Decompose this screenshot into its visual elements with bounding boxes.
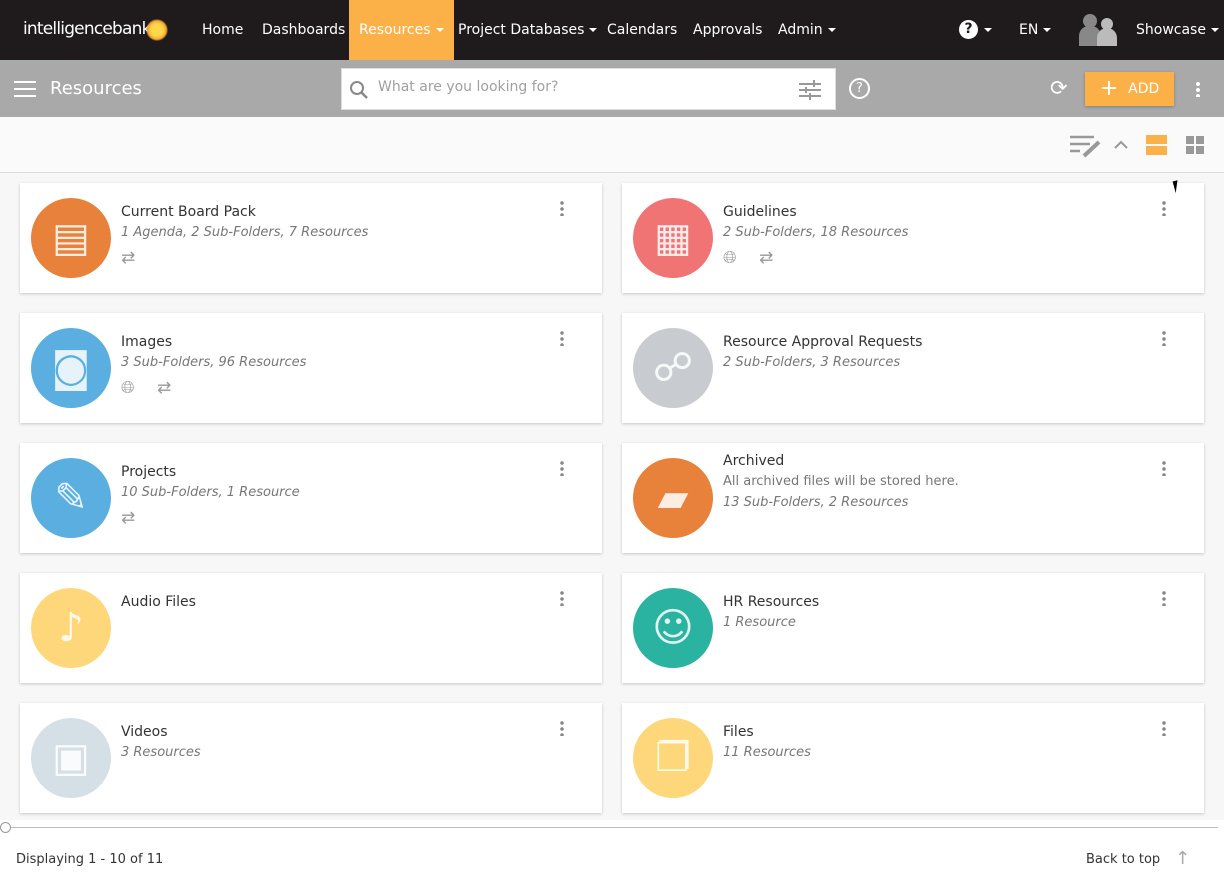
logo[interactable]: intelligencebank bbox=[23, 19, 151, 39]
more-options-icon[interactable] bbox=[1162, 590, 1166, 606]
folder-card[interactable]: ☍ Resource Approval Requests 2 Sub-Folders… bbox=[622, 313, 1204, 423]
folder-card[interactable]: ✎ Projects 10 Sub-Folders, 1 Resource ⇄ bbox=[20, 443, 602, 553]
add-button[interactable]: + ADD bbox=[1085, 72, 1174, 106]
edit-list-icon[interactable] bbox=[1070, 134, 1102, 158]
more-options-icon[interactable] bbox=[1162, 720, 1166, 736]
footer: Displaying 1 - 10 of 11 Back to top ↑ bbox=[0, 820, 1224, 894]
more-options-icon[interactable] bbox=[1196, 81, 1200, 97]
folder-title[interactable]: Current Board Pack bbox=[121, 204, 256, 220]
repeat-icon: ⇄ bbox=[759, 248, 774, 268]
repeat-icon: ⇄ bbox=[121, 248, 136, 268]
folder-title[interactable]: HR Resources bbox=[723, 594, 819, 610]
notepad-icon: ▤ bbox=[31, 198, 111, 278]
arrow-up-icon[interactable]: ↑ bbox=[1175, 848, 1190, 869]
nav-calendars[interactable]: Calendars bbox=[597, 0, 687, 60]
nav-project-databases[interactable]: Project Databases bbox=[448, 0, 607, 60]
folder-card[interactable]: ▰ Archived All archived files will be stor… bbox=[622, 443, 1204, 553]
folder-stats: 3 Sub-Folders, 96 Resources bbox=[121, 355, 307, 370]
more-options-icon[interactable] bbox=[1162, 330, 1166, 346]
folder-stats: 1 Resource bbox=[723, 615, 796, 630]
globe-icon: 🌐︎ bbox=[723, 248, 737, 268]
org-chart-icon: ☍ bbox=[633, 328, 713, 408]
folder-title[interactable]: Projects bbox=[121, 464, 176, 480]
more-options-icon[interactable] bbox=[1162, 460, 1166, 476]
search-box bbox=[341, 68, 836, 110]
view-options-bar bbox=[0, 117, 1224, 173]
scrollbar-handle[interactable] bbox=[0, 822, 11, 833]
folder-title[interactable]: Videos bbox=[121, 724, 168, 740]
plus-icon: + bbox=[1099, 76, 1119, 101]
folder-card[interactable]: ♪ Audio Files bbox=[20, 573, 602, 683]
more-options-icon[interactable] bbox=[1162, 200, 1166, 216]
folder-card[interactable]: ▤ Current Board Pack 1 Agenda, 2 Sub-Folde… bbox=[20, 183, 602, 293]
globe-icon: 🌐︎ bbox=[121, 378, 135, 398]
list-view-icon[interactable] bbox=[1146, 135, 1167, 155]
person-reading-icon: ☺ bbox=[633, 588, 713, 668]
toolbar: Resources ? ⟳ +ADD bbox=[0, 60, 1224, 117]
folder-card[interactable]: ▦ Guidelines 2 Sub-Folders, 18 Resources 🌐︎… bbox=[622, 183, 1204, 293]
folder-title[interactable]: Files bbox=[723, 724, 754, 740]
pagination-info: Displaying 1 - 10 of 11 bbox=[16, 852, 164, 867]
scrollbar-track[interactable] bbox=[6, 827, 1218, 828]
folder-card[interactable]: ◙ Images 3 Sub-Folders, 96 Resources 🌐︎ ⇄ bbox=[20, 313, 602, 423]
nav-admin[interactable]: Admin bbox=[768, 0, 846, 60]
sun-logo-icon bbox=[146, 19, 168, 41]
repeat-icon: ⇄ bbox=[121, 508, 136, 528]
help-caret-icon[interactable] bbox=[984, 28, 992, 32]
more-options-icon[interactable] bbox=[560, 460, 564, 476]
folder-stats: 2 Sub-Folders, 18 Resources bbox=[723, 225, 909, 240]
top-navigation: intelligencebank Home Dashboards Resources… bbox=[0, 0, 1224, 60]
chevron-down-icon bbox=[1043, 28, 1052, 32]
search-input[interactable] bbox=[378, 79, 778, 95]
color-swatch-icon: ▦ bbox=[633, 198, 713, 278]
nav-dashboards[interactable]: Dashboards bbox=[252, 0, 355, 60]
film-icon: ▣ bbox=[31, 718, 111, 798]
chevron-up-icon[interactable] bbox=[1114, 140, 1128, 150]
folder-card[interactable]: ▣ Videos 3 Resources bbox=[20, 703, 602, 813]
tablet-pen-icon: ✎ bbox=[31, 458, 111, 538]
menu-icon[interactable] bbox=[14, 81, 36, 97]
mouse-cursor bbox=[1172, 178, 1186, 194]
folder-stats: 1 Agenda, 2 Sub-Folders, 7 Resources bbox=[121, 225, 369, 240]
folder-stats: 3 Resources bbox=[121, 745, 201, 760]
page-title: Resources bbox=[50, 78, 142, 99]
folder-stats: 11 Resources bbox=[723, 745, 811, 760]
documents-icon: ❐ bbox=[633, 718, 713, 798]
nav-approvals[interactable]: Approvals bbox=[683, 0, 772, 60]
folder-stats: 2 Sub-Folders, 3 Resources bbox=[723, 355, 901, 370]
folder-title[interactable]: Resource Approval Requests bbox=[723, 334, 922, 350]
more-options-icon[interactable] bbox=[560, 720, 564, 736]
refresh-icon[interactable]: ⟳ bbox=[1050, 76, 1068, 100]
music-note-icon: ♪ bbox=[31, 588, 111, 668]
folder-title[interactable]: Guidelines bbox=[723, 204, 797, 220]
more-options-icon[interactable] bbox=[560, 330, 564, 346]
folder-icon: ▰ bbox=[633, 458, 713, 538]
nav-resources[interactable]: Resources bbox=[349, 0, 454, 60]
chevron-down-icon bbox=[435, 28, 444, 32]
folder-card[interactable]: ❐ Files 11 Resources bbox=[622, 703, 1204, 813]
repeat-icon: ⇄ bbox=[157, 378, 172, 398]
more-options-icon[interactable] bbox=[560, 590, 564, 606]
avatar[interactable] bbox=[1079, 14, 1119, 46]
back-to-top-link[interactable]: Back to top bbox=[1086, 852, 1160, 867]
nav-home[interactable]: Home bbox=[192, 0, 253, 60]
folder-title[interactable]: Audio Files bbox=[121, 594, 196, 610]
chevron-down-icon bbox=[827, 28, 836, 32]
folder-title[interactable]: Archived bbox=[723, 453, 784, 469]
more-options-icon[interactable] bbox=[560, 200, 564, 216]
camera-icon: ◙ bbox=[31, 328, 111, 408]
folder-title[interactable]: Images bbox=[121, 334, 172, 350]
folder-description: All archived files will be stored here. bbox=[723, 474, 959, 489]
help-circle-icon[interactable]: ? bbox=[849, 78, 870, 99]
folder-stats: 13 Sub-Folders, 2 Resources bbox=[723, 495, 909, 510]
help-icon[interactable]: ? bbox=[959, 20, 978, 39]
language-menu[interactable]: EN bbox=[1009, 0, 1061, 60]
search-icon bbox=[350, 81, 368, 99]
folder-card[interactable]: ☺ HR Resources 1 Resource bbox=[622, 573, 1204, 683]
filter-sliders-icon[interactable] bbox=[798, 80, 822, 100]
chevron-down-icon bbox=[1210, 28, 1219, 32]
user-menu[interactable]: Showcase bbox=[1126, 0, 1224, 60]
grid-view-icon[interactable] bbox=[1186, 136, 1204, 154]
folder-stats: 10 Sub-Folders, 1 Resource bbox=[121, 485, 300, 500]
